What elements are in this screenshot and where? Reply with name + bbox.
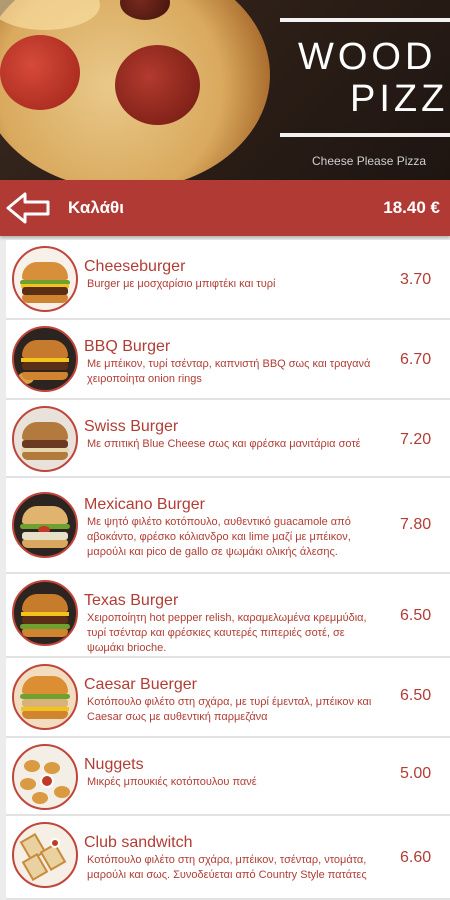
mexicano-burger-image [12, 492, 78, 558]
item-description: Με μπέικον, τυρί τσένταρ, καπνιστή BBQ σ… [87, 358, 371, 385]
item-name: Club sandwitch [84, 834, 193, 851]
cart-toolbar: Καλάθι 18.40 € [0, 180, 450, 236]
item-name: Caesar Buerger [84, 676, 197, 693]
item-description: Burger με μοσχαρίσιο μπιφτέκι και τυρί [87, 278, 276, 290]
banner-divider-bottom [280, 133, 450, 137]
item-price: 6.60 [400, 849, 432, 866]
cheeseburger-image [12, 246, 78, 312]
item-price: 7.20 [400, 431, 432, 448]
texas-burger-image [12, 580, 78, 646]
brand-subtitle: Cheese Please Pizza [312, 154, 427, 168]
list-item[interactable]: Swiss Burger Με σπιτική Blue Cheese σως … [6, 400, 450, 478]
list-item[interactable]: Mexicano Burger Με ψητό φιλέτο κοτόπουλο… [6, 478, 450, 574]
back-arrow-icon [6, 192, 50, 224]
swiss-burger-image [12, 406, 78, 472]
item-name: Cheeseburger [84, 258, 186, 275]
pizza-image [0, 0, 270, 180]
club-sandwich-image [12, 822, 78, 888]
cart-items-list: Cheeseburger Burger με μοσχαρίσιο μπιφτέ… [6, 240, 450, 900]
item-name: Swiss Burger [84, 418, 179, 435]
bbq-burger-image [12, 326, 78, 392]
item-price: 5.00 [400, 765, 432, 782]
list-item[interactable]: Club sandwitch Κοτόπουλο φιλέτο στη σχάρ… [6, 816, 450, 900]
item-description: Χειροποίητη hot pepper relish, καραμελωμ… [87, 612, 367, 654]
cart-title: Καλάθι [68, 198, 124, 217]
item-description: Με σπιτική Blue Cheese σως και φρέσκα μα… [87, 438, 361, 450]
item-price: 7.80 [400, 516, 432, 533]
back-button[interactable] [0, 180, 56, 236]
list-item[interactable]: Caesar Buerger Κοτόπουλο φιλέτο στη σχάρ… [6, 658, 450, 738]
brand-logo-text: WOOD PIZZ [298, 36, 449, 120]
item-name: Mexicano Burger [84, 496, 205, 513]
item-price: 6.50 [400, 687, 432, 704]
list-item[interactable]: Cheeseburger Burger με μοσχαρίσιο μπιφτέ… [6, 240, 450, 320]
list-item[interactable]: Texas Burger Χειροποίητη hot pepper reli… [6, 574, 450, 658]
item-description: Κοτόπουλο φιλέτο στη σχάρα, μπέικον, τσέ… [87, 854, 367, 881]
item-price: 3.70 [400, 271, 432, 288]
nuggets-image [12, 744, 78, 810]
list-item[interactable]: BBQ Burger Με μπέικον, τυρί τσένταρ, καπ… [6, 320, 450, 400]
item-description: Μικρές μπουκιές κοτόπουλου πανέ [87, 776, 257, 788]
list-item[interactable]: Nuggets Μικρές μπουκιές κοτόπουλου πανέ … [6, 738, 450, 816]
item-name: BBQ Burger [84, 338, 171, 355]
item-price: 6.50 [400, 607, 432, 624]
item-price: 6.70 [400, 351, 432, 368]
caesar-burger-image [12, 664, 78, 730]
item-description: Με ψητό φιλέτο κοτόπουλο, αυθεντικό guac… [87, 516, 351, 558]
banner-divider-top [280, 18, 450, 22]
item-name: Nuggets [84, 756, 144, 773]
cart-total: 18.40 € [383, 198, 440, 217]
item-description: Κοτόπουλο φιλέτο στη σχάρα, με τυρί έμεν… [87, 696, 372, 723]
item-name: Texas Burger [84, 592, 179, 609]
header-banner: WOOD PIZZ Cheese Please Pizza [0, 0, 450, 180]
